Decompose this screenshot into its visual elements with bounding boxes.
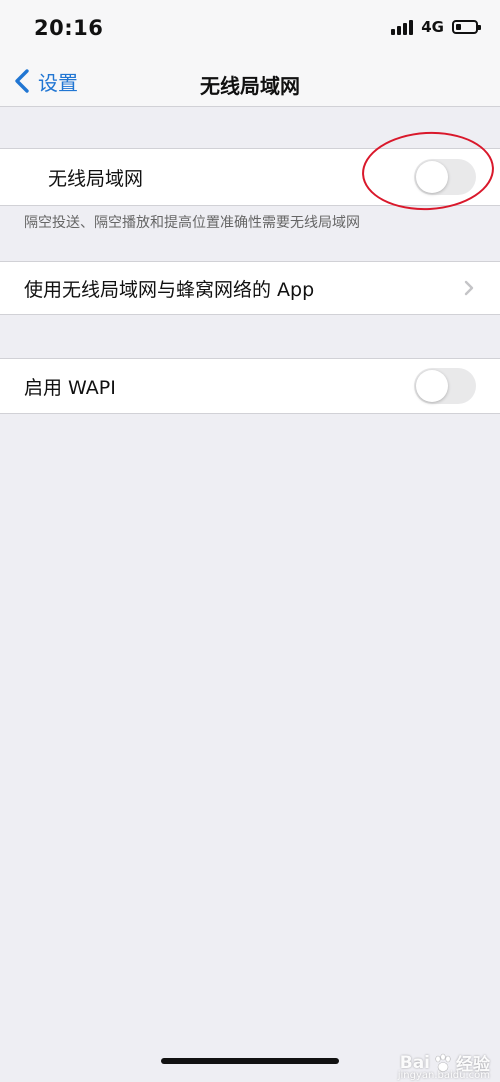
page-title: 无线局域网 [200,74,300,98]
wifi-group: 无线局域网 [0,148,500,206]
battery-fill [456,24,461,30]
apps-group: 使用无线局域网与蜂窝网络的 App [0,261,500,315]
signal-bars-icon [391,19,414,35]
wifi-toggle[interactable] [414,159,476,195]
wapi-group: 启用 WAPI [0,358,500,414]
battery-cap [478,25,481,30]
apps-row[interactable]: 使用无线局域网与蜂窝网络的 App [0,262,500,314]
chevron-right-icon [464,280,474,296]
toggle-knob [416,370,448,402]
status-indicators: 4G [391,18,481,36]
network-type: 4G [421,18,444,36]
wapi-toggle[interactable] [414,368,476,404]
battery-icon [452,20,481,34]
wapi-label: 启用 WAPI [24,376,116,399]
toggle-knob [416,161,448,193]
watermark: Bai 经验 jingyan.baidu.com [398,1050,490,1082]
home-indicator [161,1058,339,1064]
status-bar: 20:16 4G [0,0,500,56]
status-time: 20:16 [34,16,104,40]
navigation-bar: 设置 无线局域网 [0,56,500,107]
watermark-sub: jingyan.baidu.com [397,1070,490,1081]
wifi-footer-note: 隔空投送、隔空播放和提高位置准确性需要无线局域网 [24,215,360,231]
wifi-label: 无线局域网 [48,167,144,190]
wifi-row: 无线局域网 [0,149,500,205]
wapi-row: 启用 WAPI [0,359,500,413]
apps-label: 使用无线局域网与蜂窝网络的 App [24,278,315,301]
